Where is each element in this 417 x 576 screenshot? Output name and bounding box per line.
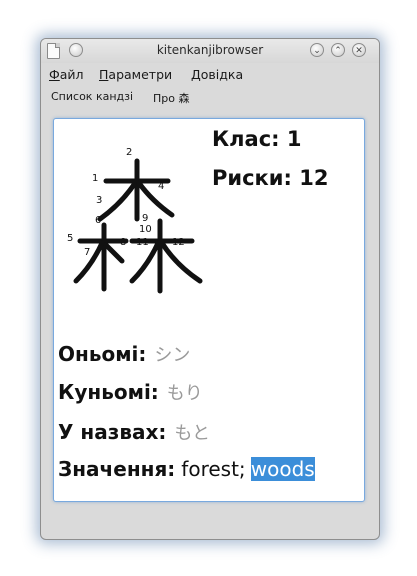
- grade-row: Клас: 1: [212, 127, 302, 151]
- maximize-button[interactable]: ⌃: [331, 43, 345, 57]
- names-value[interactable]: もと: [174, 423, 210, 444]
- kunyomi-label: Куньомі:: [58, 380, 159, 404]
- menu-settings[interactable]: Параметри: [99, 67, 172, 82]
- title-bar[interactable]: kitenkanjibrowser ⌄ ⌃ ✕: [41, 39, 379, 63]
- menu-file[interactable]: Файл: [49, 67, 84, 82]
- chevron-up-icon: ⌃: [334, 46, 342, 56]
- svg-text:1: 1: [92, 173, 98, 184]
- svg-text:9: 9: [142, 213, 148, 224]
- kunyomi-row: Куньомі: もり: [58, 379, 203, 405]
- grade-value: 1: [286, 127, 302, 151]
- svg-text:8: 8: [120, 237, 126, 248]
- kanji-stroke-diagram: 1 2 3 4 5 6 7 8 9 10 11 12: [62, 141, 212, 301]
- svg-text:7: 7: [84, 247, 90, 258]
- onyomi-row: Оньомі: シン: [58, 341, 190, 367]
- about-kanji-button[interactable]: Про 森: [153, 90, 189, 106]
- svg-text:6: 6: [95, 215, 101, 226]
- meaning-row: Значення: forest; woods: [58, 457, 315, 481]
- svg-text:5: 5: [67, 233, 73, 244]
- kanji-info-panel: 1 2 3 4 5 6 7 8 9 10 11 12 Клас: 1 Риски…: [53, 118, 365, 502]
- meaning-selected-text[interactable]: woods: [250, 457, 315, 481]
- menu-settings-label: араметри: [108, 67, 173, 82]
- strokes-row: Риски: 12: [212, 166, 328, 190]
- chevron-down-icon: ⌄: [313, 46, 321, 56]
- meaning-value[interactable]: forest;: [181, 457, 245, 481]
- menu-bar: Файл Параметри Довідка: [41, 63, 379, 85]
- menu-file-accel: Ф: [49, 67, 60, 82]
- menu-help-accel: Д: [191, 67, 201, 82]
- toolbar: Список кандзі Про 森: [41, 85, 379, 109]
- menu-help-label: овідка: [200, 67, 244, 82]
- names-label: У назвах:: [58, 420, 167, 444]
- main-window: kitenkanjibrowser ⌄ ⌃ ✕ Файл Параметри Д…: [40, 38, 380, 540]
- strokes-value: 12: [299, 166, 329, 190]
- kunyomi-value[interactable]: もり: [167, 383, 203, 404]
- minimize-button[interactable]: ⌄: [310, 43, 324, 57]
- window-title: kitenkanjibrowser: [156, 43, 264, 57]
- svg-text:11: 11: [136, 237, 149, 248]
- kanji-list-button[interactable]: Список кандзі: [51, 90, 133, 103]
- menu-help[interactable]: Довідка: [191, 67, 243, 82]
- close-button[interactable]: ✕: [352, 43, 366, 57]
- svg-text:2: 2: [126, 147, 132, 158]
- onyomi-label: Оньомі:: [58, 342, 147, 366]
- onyomi-value[interactable]: シン: [154, 345, 190, 366]
- close-icon: ✕: [355, 46, 363, 56]
- kanji-stroke-image: 1 2 3 4 5 6 7 8 9 10 11 12: [67, 147, 203, 294]
- grade-label: Клас:: [212, 127, 280, 151]
- svg-text:4: 4: [158, 181, 164, 192]
- svg-text:10: 10: [139, 224, 152, 235]
- svg-text:3: 3: [96, 195, 102, 206]
- meaning-label: Значення:: [58, 457, 176, 481]
- menu-file-label: айл: [59, 67, 84, 82]
- svg-text:12: 12: [172, 237, 185, 248]
- menu-settings-accel: П: [99, 67, 109, 82]
- strokes-label: Риски:: [212, 166, 292, 190]
- names-row: У назвах: もと: [58, 419, 210, 445]
